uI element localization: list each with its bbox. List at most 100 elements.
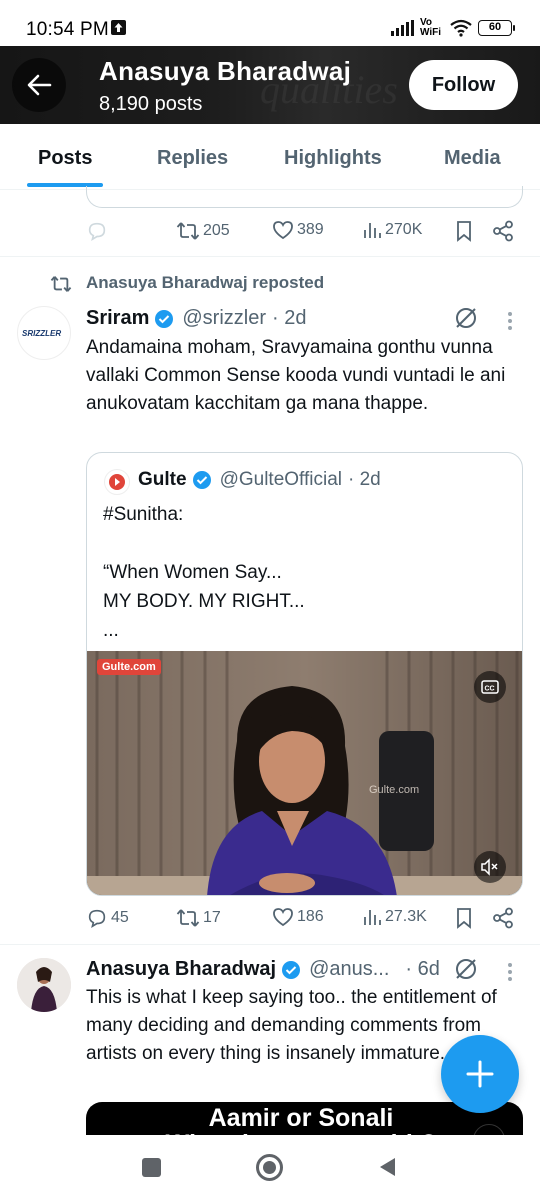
more-options-icon[interactable] [506,961,514,983]
views-icon [364,223,381,238]
verified-badge-icon [282,960,301,979]
avatar[interactable] [17,958,71,1012]
plus-icon [466,1060,494,1088]
tab-highlights[interactable]: Highlights [284,147,382,170]
bookmark-icon [457,908,471,929]
speaker-muted-icon [481,858,498,876]
gulte-logo-icon [109,474,125,490]
views-button[interactable]: 27.3K [362,907,427,927]
video-logo: Gulte.com [97,659,161,675]
views-count: 27.3K [385,908,427,925]
like-button[interactable]: 186 [272,907,324,927]
quote-author-name: Gulte [138,469,187,490]
author-handle[interactable]: @anus... [309,958,389,981]
status-bar: 10:54 PM Vo WiFi 60 [0,0,540,46]
tab-media[interactable]: Media [444,147,501,170]
share-button[interactable] [492,907,514,929]
verified-badge-icon [155,309,174,328]
repost-count: 17 [203,909,221,926]
arrow-left-icon [27,74,52,96]
author-handle[interactable]: @srizzler [182,307,266,330]
system-nav-bar [0,1135,540,1200]
post-time: · 2d [272,307,307,329]
profile-header: qualities Anasuya Bharadwaj 8,190 posts … [0,46,540,124]
post-time: · 6d [405,958,440,980]
tweet-header: Sriram @srizzler · 2d [86,307,306,330]
bookmark-button[interactable] [455,907,473,929]
avatar[interactable]: SRIZZLER [17,306,71,360]
upload-icon [111,20,126,35]
tweet2-actions: 45 17 186 27.3K [86,907,516,935]
repost-icon [176,222,200,240]
vowifi-label: Vo WiFi [420,17,442,38]
compose-button[interactable] [441,1035,519,1113]
status-time: 10:54 PM [26,19,109,40]
recents-button[interactable] [142,1158,161,1177]
views-button[interactable]: 270K [362,220,422,240]
battery-icon: 60 [478,20,515,36]
reply-button[interactable] [86,220,108,242]
tweet-header: Anasuya Bharadwaj @anus... · 6d [86,958,440,981]
avatar-logo: SRIZZLER [22,329,62,338]
quote-time: · 2d [348,469,381,490]
quote-avatar [104,469,130,495]
profile-name: Anasuya Bharadwaj [99,56,352,86]
views-count: 270K [385,221,423,238]
verified-badge-icon [192,471,211,489]
repost-label[interactable]: Anasuya Bharadwaj reposted [86,273,324,293]
divider [0,944,540,945]
profile-tabs: Posts Replies Highlights Media [0,124,540,190]
heart-icon [273,221,293,240]
repost-icon [176,909,200,927]
back-button[interactable] [12,58,66,112]
wifi-icon [450,19,472,37]
video-title-line1: Aamir or Sonali [208,1104,394,1132]
quote-author-handle: @GulteOfficial [219,469,342,490]
share-icon [493,907,513,929]
nav-back-icon[interactable] [377,1156,397,1178]
views-icon [364,910,381,925]
tweet-text: This is what I keep saying too.. the ent… [86,987,497,1064]
repost-icon [50,276,72,292]
repost-button[interactable]: 205 [176,220,230,242]
signal-icon [391,20,414,36]
author-name[interactable]: Sriram [86,307,149,330]
captions-icon: CC [481,680,499,694]
grok-icon[interactable] [453,305,479,331]
quote-video[interactable]: Gulte.com Gulte.com CC [87,651,522,895]
like-button[interactable]: 389 [272,220,324,240]
reply-icon [88,909,106,928]
follow-button[interactable]: Follow [409,60,518,110]
reply-icon [88,222,106,241]
status-icons: Vo WiFi 60 [391,17,515,38]
quote-header: Gulte @GulteOfficial · 2d [138,469,381,491]
reply-count: 45 [111,909,129,926]
tweet1-actions: 205 389 270K [86,220,516,248]
quoted-tweet[interactable]: Gulte @GulteOfficial · 2d #Sunitha: “Whe… [86,452,523,896]
profile-photo [17,958,71,1012]
mute-button[interactable] [474,851,506,883]
post-count: 8,190 posts [99,93,203,115]
grok-icon[interactable] [453,956,479,982]
like-count: 389 [297,221,324,238]
home-button[interactable] [256,1154,283,1181]
bookmark-icon [457,221,471,242]
tab-replies[interactable]: Replies [157,147,228,170]
repost-count: 205 [203,222,230,239]
tweet-text: Andamaina moham, Sravyamaina gonthu vunn… [86,337,506,414]
tab-posts[interactable]: Posts [38,147,92,170]
heart-icon [273,908,293,927]
svg-text:CC: CC [485,686,495,693]
reply-button[interactable]: 45 [86,907,129,929]
bookmark-button[interactable] [455,220,473,242]
author-name[interactable]: Anasuya Bharadwaj [86,958,276,981]
more-options-icon[interactable] [506,310,514,332]
video-watermark: Gulte.com [369,784,419,796]
captions-button[interactable]: CC [474,671,506,703]
previous-quote-card-edge [86,186,523,208]
share-button[interactable] [492,220,514,242]
share-icon [493,220,513,242]
quote-text: #Sunitha: “When Women Say... MY BODY. MY… [103,504,305,641]
divider [0,256,540,257]
repost-button[interactable]: 17 [176,907,221,929]
